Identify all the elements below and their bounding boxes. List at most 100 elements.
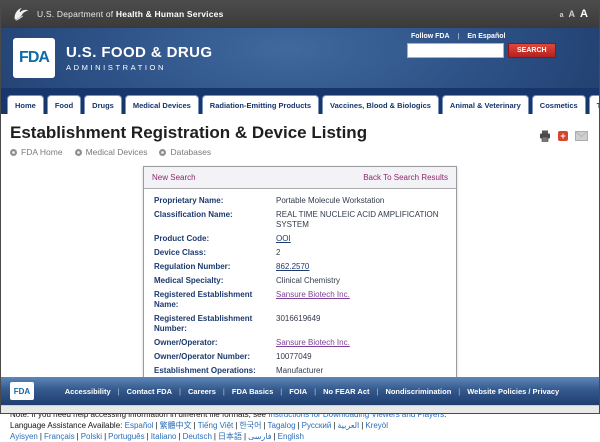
- language-separator: |: [361, 421, 363, 430]
- language-separator: |: [156, 421, 158, 430]
- language-link-portugu-s[interactable]: Português: [108, 432, 144, 441]
- language-link-espa-ol[interactable]: Español: [125, 421, 154, 430]
- language-assistance-label: Language Assistance Available:: [10, 421, 125, 430]
- search-input[interactable]: [407, 43, 504, 58]
- masthead-right-tools: Follow FDA | En Español SEARCH: [407, 33, 547, 58]
- tab-drugs[interactable]: Drugs: [84, 95, 122, 114]
- row-value: 10077049: [276, 352, 312, 362]
- breadcrumb-label[interactable]: Medical Devices: [86, 147, 148, 157]
- language-link-[interactable]: Русский: [302, 421, 332, 430]
- table-row: Product Code:OOI: [144, 232, 456, 246]
- language-separator: |: [40, 432, 42, 441]
- breadcrumb-item-medical-devices[interactable]: Medical Devices: [75, 147, 148, 157]
- font-size-small-button[interactable]: a: [560, 12, 564, 19]
- row-value: Portable Molecule Workstation: [276, 196, 384, 206]
- row-label: Product Code:: [154, 234, 276, 244]
- row-label: Device Class:: [154, 248, 276, 258]
- table-row: Registered Establishment Number:30166196…: [144, 312, 456, 336]
- language-link-[interactable]: العربية: [337, 421, 359, 430]
- breadcrumb-item-fda-home[interactable]: FDA Home: [10, 147, 63, 157]
- page-action-icons: +: [539, 130, 588, 142]
- device-detail-rows: Proprietary Name:Portable Molecule Works…: [144, 189, 456, 385]
- table-row: Proprietary Name:Portable Molecule Works…: [144, 194, 456, 208]
- row-value-link[interactable]: Sansure Biotech Inc.: [276, 290, 350, 299]
- row-value-link[interactable]: 862.2570: [276, 262, 309, 271]
- hhs-eagle-icon: [12, 6, 30, 22]
- breadcrumb-label[interactable]: Databases: [170, 147, 211, 157]
- language-separator: |: [274, 432, 276, 441]
- fda-title-line2: ADMINISTRATION: [66, 63, 212, 72]
- language-link-polski[interactable]: Polski: [81, 432, 102, 441]
- language-link-ti-ng-vi-t[interactable]: Tiếng Việt: [198, 421, 234, 430]
- table-row: Classification Name:REAL TIME NUCLEIC AC…: [144, 208, 456, 232]
- footer-link-separator: |: [314, 387, 316, 396]
- primary-nav: HomeFoodDrugsMedical DevicesRadiation-Em…: [0, 88, 600, 114]
- row-value-link[interactable]: OOI: [276, 234, 291, 243]
- fda-masthead: FDA U.S. FOOD & DRUG ADMINISTRATION Foll…: [0, 28, 600, 88]
- footer-link-foia[interactable]: FOIA: [289, 387, 307, 396]
- footer-bar: FDA Accessibility | Contact FDA | Careers | FD…: [0, 377, 600, 405]
- table-row: Medical Specialty:Clinical Chemistry: [144, 274, 456, 288]
- fda-logo[interactable]: FDA: [13, 38, 55, 78]
- footer-link-nondiscrimination[interactable]: Nondiscrimination: [385, 387, 451, 396]
- font-size-large-button[interactable]: A: [580, 8, 588, 20]
- footer-link-separator: |: [179, 387, 181, 396]
- footer-link-no-fear-act[interactable]: No FEAR Act: [323, 387, 369, 396]
- device-listing-panel: New Search Back To Search Results Propri…: [143, 166, 457, 386]
- font-size-medium-button[interactable]: A: [569, 9, 576, 19]
- language-link-[interactable]: 한국어: [239, 421, 261, 430]
- tab-vaccines-blood-biologics[interactable]: Vaccines, Blood & Biologics: [322, 95, 439, 114]
- tab-radiation-emitting-products[interactable]: Radiation-Emitting Products: [202, 95, 319, 114]
- footer-link-accessibility[interactable]: Accessibility: [65, 387, 111, 396]
- search-button[interactable]: SEARCH: [508, 43, 556, 58]
- row-value: 3016619649: [276, 314, 321, 334]
- table-row: Owner/Operator:Sansure Biotech Inc.: [144, 336, 456, 350]
- row-value-link[interactable]: Sansure Biotech Inc.: [276, 338, 350, 347]
- language-link-[interactable]: 繁體中文: [160, 421, 192, 430]
- masthead-links: Follow FDA | En Español: [411, 33, 547, 40]
- footer-link-careers[interactable]: Careers: [188, 387, 216, 396]
- row-label: Registered Establishment Name:: [154, 290, 276, 310]
- en-espanol-link[interactable]: En Español: [467, 33, 505, 40]
- table-row: Device Class:2: [144, 246, 456, 260]
- tab-home[interactable]: Home: [7, 95, 44, 114]
- follow-fda-link[interactable]: Follow FDA: [411, 33, 450, 40]
- language-link-fran-ais[interactable]: Français: [44, 432, 75, 441]
- row-value: REAL TIME NUCLEIC ACID AMPLIFICATION SYS…: [276, 210, 450, 230]
- footer-fda-logo[interactable]: FDA: [10, 382, 34, 400]
- footer-link-separator: |: [280, 387, 282, 396]
- new-search-link[interactable]: New Search: [152, 173, 196, 182]
- back-to-search-results-link[interactable]: Back To Search Results: [363, 173, 448, 182]
- language-separator: |: [104, 432, 106, 441]
- tab-medical-devices[interactable]: Medical Devices: [125, 95, 199, 114]
- language-link-english[interactable]: English: [278, 432, 304, 441]
- language-link-deutsch[interactable]: Deutsch: [183, 432, 212, 441]
- breadcrumb-label[interactable]: FDA Home: [21, 147, 63, 157]
- row-label: Regulation Number:: [154, 262, 276, 272]
- tab-tobacco-products[interactable]: Tobacco Products: [589, 95, 600, 114]
- fda-title-line1: U.S. FOOD & DRUG: [66, 44, 212, 61]
- email-icon[interactable]: [575, 131, 588, 141]
- language-link-tagalog[interactable]: Tagalog: [268, 421, 296, 430]
- footer-link-separator: |: [118, 387, 120, 396]
- footer-link-fda-basics[interactable]: FDA Basics: [232, 387, 273, 396]
- hhs-department-text[interactable]: U.S. Department of Health & Human Servic…: [37, 9, 224, 19]
- row-value: Sansure Biotech Inc.: [276, 290, 350, 310]
- result-panel-header: New Search Back To Search Results: [144, 167, 456, 189]
- language-link-italiano[interactable]: Italiano: [151, 432, 177, 441]
- row-label: Establishment Operations:: [154, 366, 276, 376]
- row-value: 2: [276, 248, 280, 258]
- language-separator: |: [147, 432, 149, 441]
- breadcrumb-item-databases[interactable]: Databases: [159, 147, 211, 157]
- tab-animal-veterinary[interactable]: Animal & Veterinary: [442, 95, 529, 114]
- footer-link-website-policies-privacy[interactable]: Website Policies / Privacy: [467, 387, 559, 396]
- share-icon[interactable]: +: [558, 131, 568, 141]
- tab-food[interactable]: Food: [47, 95, 81, 114]
- language-link-[interactable]: 日本語: [218, 432, 242, 441]
- print-icon[interactable]: [539, 130, 551, 142]
- tab-cosmetics[interactable]: Cosmetics: [532, 95, 586, 114]
- language-link-[interactable]: فارسی: [248, 432, 272, 441]
- footer-link-contact-fda[interactable]: Contact FDA: [127, 387, 172, 396]
- breadcrumb: FDA Home Medical Devices Databases: [0, 143, 600, 162]
- language-separator: |: [178, 432, 180, 441]
